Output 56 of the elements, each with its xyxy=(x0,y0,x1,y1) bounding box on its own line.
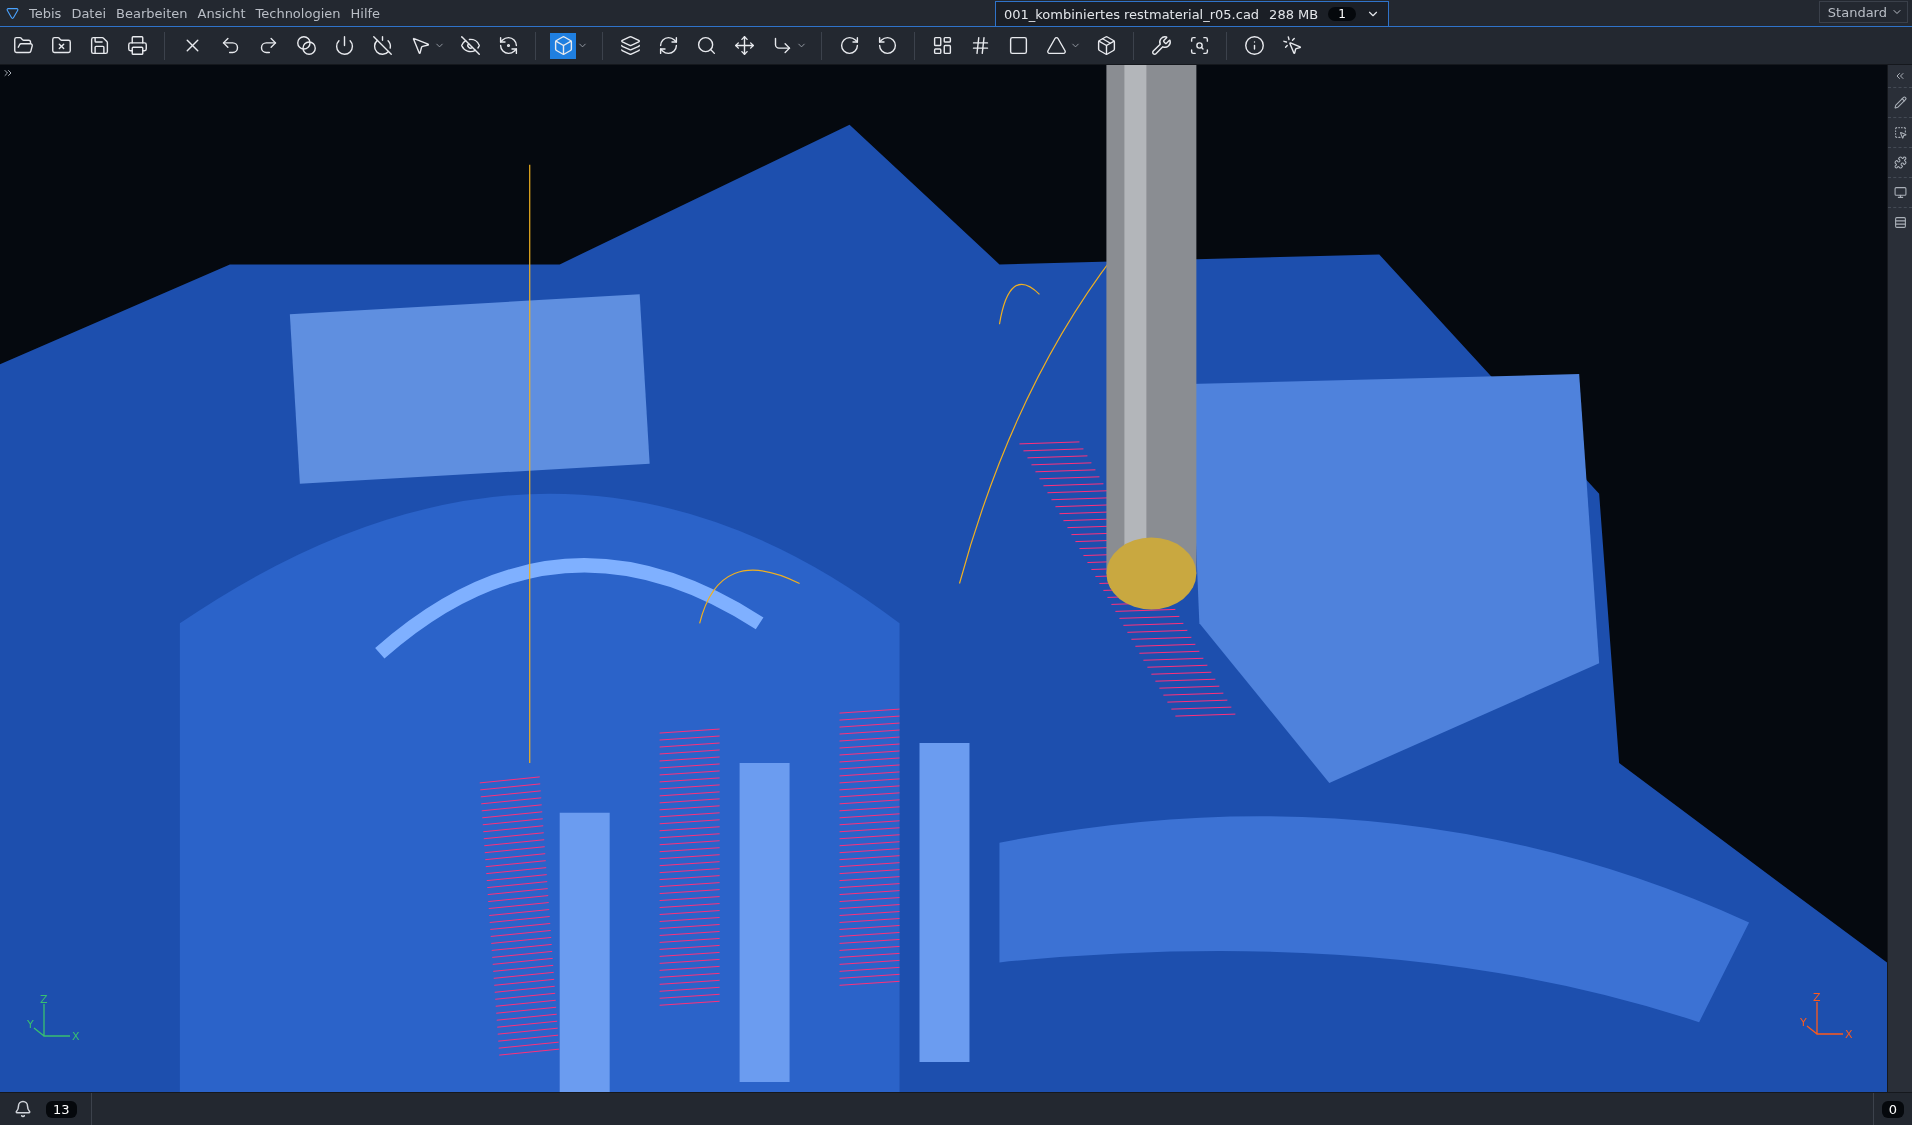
axis-label: Y xyxy=(1800,1016,1807,1029)
save-icon xyxy=(88,35,110,56)
axis-lines-icon xyxy=(33,1003,71,1037)
eye-off-icon xyxy=(459,35,481,56)
file-size: 288 MB xyxy=(1269,6,1319,22)
power-icon xyxy=(333,35,355,56)
open-folder-icon xyxy=(12,35,34,56)
expand-panel-button[interactable] xyxy=(2,67,14,79)
layers-icon xyxy=(619,35,641,56)
window-count: 1 xyxy=(1328,7,1356,21)
move-icon xyxy=(733,35,755,56)
double-chevron-right-icon xyxy=(2,67,14,79)
message-count: 0 xyxy=(1881,1100,1904,1118)
document-tab[interactable]: 001_kombiniertes restmaterial_r05.cad 288 MB 1 xyxy=(995,1,1389,26)
menu-item[interactable]: Datei xyxy=(71,5,107,21)
notifications-button[interactable] xyxy=(14,1100,32,1118)
puzzle-icon xyxy=(1893,156,1907,169)
menu-item[interactable]: Bearbeiten xyxy=(116,5,188,21)
info-icon xyxy=(1243,35,1265,56)
monitor-icon xyxy=(1893,186,1907,199)
pencil-icon xyxy=(1893,96,1907,109)
rotate-icon xyxy=(838,35,860,56)
document-title: 001_kombiniertes restmaterial_r05.cad xyxy=(1004,6,1260,22)
layout-icon xyxy=(931,35,953,56)
power-off-icon xyxy=(371,35,393,56)
layout-select[interactable]: Standard xyxy=(1818,1,1908,23)
axis-label: Y xyxy=(27,1018,34,1031)
axis-lines-icon xyxy=(1806,1001,1844,1035)
menu-item[interactable]: Tebis xyxy=(29,5,62,21)
scan-search-icon xyxy=(1188,35,1210,56)
bell-icon xyxy=(14,1100,32,1118)
search-icon xyxy=(695,35,717,56)
axis-label: Z xyxy=(1813,992,1821,1004)
close-file-icon xyxy=(50,35,72,56)
plane-icon xyxy=(1045,35,1067,56)
table-icon xyxy=(1893,216,1907,229)
axis-label: X xyxy=(1845,1028,1853,1041)
refresh-icon xyxy=(657,35,679,56)
print-icon xyxy=(126,35,148,56)
menu-item[interactable]: Hilfe xyxy=(350,5,381,21)
axis-label: Z xyxy=(40,994,48,1006)
refresh-icon xyxy=(497,35,519,56)
wrench-icon xyxy=(1150,35,1172,56)
rotate-back-icon xyxy=(876,35,898,56)
square-icon xyxy=(1007,35,1029,56)
cube-icon xyxy=(552,35,574,56)
box-icon xyxy=(1095,35,1117,56)
circles-icon xyxy=(295,35,317,56)
dashed-select-icon xyxy=(1893,126,1907,139)
menu-item[interactable]: Ansicht xyxy=(197,5,246,21)
double-chevron-left-icon xyxy=(1894,70,1906,82)
app-logo-icon xyxy=(6,6,19,20)
notification-count: 13 xyxy=(46,1100,77,1118)
pointer-click-icon xyxy=(1281,35,1303,56)
axis-label: X xyxy=(72,1030,80,1043)
menu-item[interactable]: Technologien xyxy=(255,5,341,21)
